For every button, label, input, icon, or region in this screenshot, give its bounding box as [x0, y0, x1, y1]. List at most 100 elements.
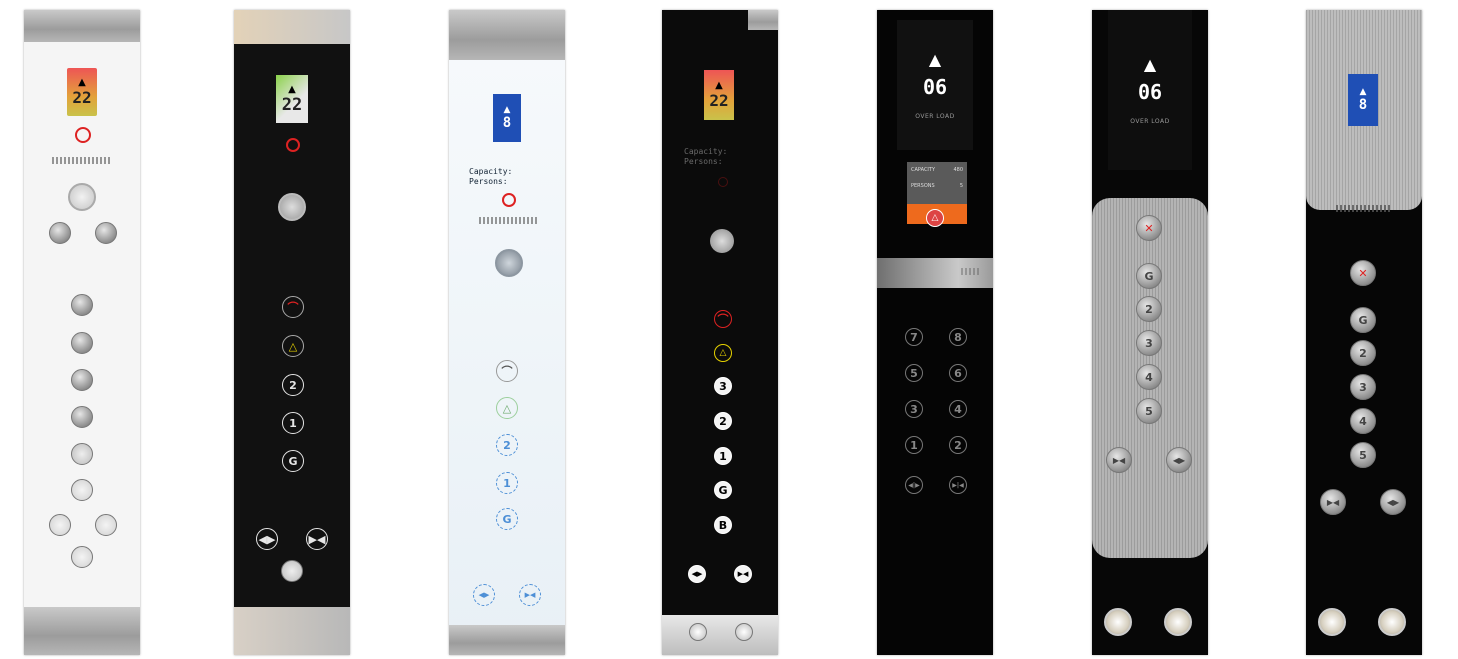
speaker-grille-icon: [52, 157, 110, 164]
floor-button-4[interactable]: 4: [1350, 408, 1376, 434]
door-open-button[interactable]: ◀|▶: [905, 476, 923, 494]
emergency-button[interactable]: ⌒: [496, 360, 518, 382]
floor-number: 8: [502, 115, 512, 131]
alarm-button[interactable]: [689, 623, 707, 641]
door-open-button[interactable]: ◀▶: [473, 584, 495, 606]
floor-number: 22: [709, 91, 729, 110]
alarm-bell-button[interactable]: △: [282, 335, 304, 357]
floor-button-1[interactable]: 1: [496, 472, 518, 494]
door-close-button[interactable]: ◀▶: [1166, 447, 1192, 473]
floor-button-5[interactable]: 5: [1136, 398, 1162, 424]
alarm-bell-button[interactable]: △: [714, 344, 732, 362]
floor-button-3[interactable]: 3: [1136, 330, 1162, 356]
floor-button-g[interactable]: G: [496, 508, 518, 530]
floor-button-2[interactable]: 2: [282, 374, 304, 396]
keypad-1[interactable]: 1: [905, 436, 923, 454]
keypad-4[interactable]: 4: [949, 400, 967, 418]
floor-display: ▲ 06 OVER LOAD: [1108, 10, 1192, 170]
persons-label: Persons:: [684, 157, 723, 166]
elevator-panel-3: ▲ 8 Capacity: Persons: ⌒ △ 2 1 G ◀▶ ▶◀: [449, 10, 565, 655]
speaker-grille-icon: [479, 217, 537, 224]
floor-number: 06: [1137, 80, 1163, 104]
floor-button-b[interactable]: B: [714, 516, 732, 534]
emergency-button[interactable]: ⌒: [714, 310, 732, 328]
floor-button[interactable]: [71, 406, 93, 428]
floor-number: 8: [1358, 97, 1368, 113]
up-arrow-icon: ▲: [503, 105, 511, 115]
floor-button-2[interactable]: 2: [1136, 296, 1162, 322]
elevator-panel-2: ▲ 22 ⌒ △ 2 1 G ◀▶ ▶◀: [234, 10, 350, 655]
floor-button[interactable]: [71, 294, 93, 316]
keypad-8[interactable]: 8: [949, 328, 967, 346]
capacity-value: 480: [953, 167, 963, 173]
floor-button-1[interactable]: 1: [282, 412, 304, 434]
overload-caption: OVER LOAD: [915, 113, 955, 120]
door-open-button[interactable]: [49, 514, 71, 536]
floor-button-2[interactable]: 2: [1350, 340, 1376, 366]
door-open-button[interactable]: ◀▶: [256, 528, 278, 550]
keypad-7[interactable]: 7: [905, 328, 923, 346]
keypad-6[interactable]: 6: [949, 364, 967, 382]
phone-call-button[interactable]: [1164, 608, 1192, 636]
phone-call-button[interactable]: [735, 623, 753, 641]
door-open-button[interactable]: ▶◀: [1106, 447, 1132, 473]
floor-button-2[interactable]: 2: [496, 434, 518, 456]
bottom-cap: [662, 615, 778, 655]
door-close-button[interactable]: ◀▶: [1380, 489, 1406, 515]
keypad-3[interactable]: 3: [905, 400, 923, 418]
emergency-button[interactable]: ✕: [1136, 215, 1162, 241]
alarm-button[interactable]: [71, 546, 93, 568]
alarm-button[interactable]: [1104, 608, 1132, 636]
floor-display: ▲ 8: [1348, 74, 1378, 126]
door-close-button[interactable]: [95, 514, 117, 536]
floor-button-4[interactable]: 4: [1136, 364, 1162, 390]
floor-button-3[interactable]: 3: [714, 377, 732, 395]
phone-button[interactable]: [495, 249, 523, 277]
bottom-cap: [24, 607, 140, 655]
door-close-button[interactable]: ▶◀: [734, 565, 752, 583]
door-close-button[interactable]: ▶◀: [306, 528, 328, 550]
alarm-bell-button[interactable]: △: [496, 397, 518, 419]
floor-button-3[interactable]: 3: [1350, 374, 1376, 400]
keypad-5[interactable]: 5: [905, 364, 923, 382]
floor-button-2[interactable]: 2: [714, 412, 732, 430]
door-close-button[interactable]: ▶|◀: [949, 476, 967, 494]
floor-button-5[interactable]: 5: [1350, 442, 1376, 468]
floor-button-g[interactable]: G: [714, 481, 732, 499]
floor-button-g[interactable]: G: [1136, 263, 1162, 289]
floor-button-g[interactable]: G: [282, 450, 304, 472]
floor-button-1[interactable]: 1: [714, 447, 732, 465]
alarm-bell-button[interactable]: △: [926, 209, 944, 227]
up-arrow-icon: ▲: [288, 83, 296, 95]
door-close-button[interactable]: ▶◀: [519, 584, 541, 606]
floor-display: ▲ 22: [276, 75, 308, 123]
floor-button-g[interactable]: G: [1350, 307, 1376, 333]
elevator-panel-1: ▲ 22: [24, 10, 140, 655]
elevator-panel-4: ▲ 22 Capacity: Persons: ⌒ △ 3 2 1 G B ◀▶…: [662, 10, 778, 655]
persons-value: 5: [959, 183, 963, 189]
door-open-button[interactable]: [49, 222, 71, 244]
keypad-2[interactable]: 2: [949, 436, 967, 454]
door-open-button[interactable]: ▶◀: [1320, 489, 1346, 515]
persons-label: Persons:: [469, 177, 508, 186]
floor-number: 06: [922, 75, 948, 99]
phone-button[interactable]: [710, 229, 734, 253]
up-arrow-icon: ▲: [1359, 87, 1367, 97]
floor-display: ▲ 06 OVER LOAD: [897, 20, 973, 150]
door-open-button[interactable]: ◀▶: [688, 565, 706, 583]
alarm-button[interactable]: [1318, 608, 1346, 636]
up-arrow-icon: ▲: [715, 80, 723, 91]
no-smoking-icon: [75, 127, 91, 143]
floor-button[interactable]: [71, 443, 93, 465]
alarm-button[interactable]: [281, 560, 303, 582]
emergency-button[interactable]: ⌒: [282, 296, 304, 318]
speaker-grille-icon: [961, 268, 981, 275]
floor-button[interactable]: [71, 369, 93, 391]
phone-button[interactable]: [278, 193, 306, 221]
floor-button[interactable]: [71, 332, 93, 354]
phone-button[interactable]: [68, 183, 96, 211]
floor-button[interactable]: [71, 479, 93, 501]
emergency-button[interactable]: ✕: [1350, 260, 1376, 286]
phone-call-button[interactable]: [1378, 608, 1406, 636]
door-close-button[interactable]: [95, 222, 117, 244]
